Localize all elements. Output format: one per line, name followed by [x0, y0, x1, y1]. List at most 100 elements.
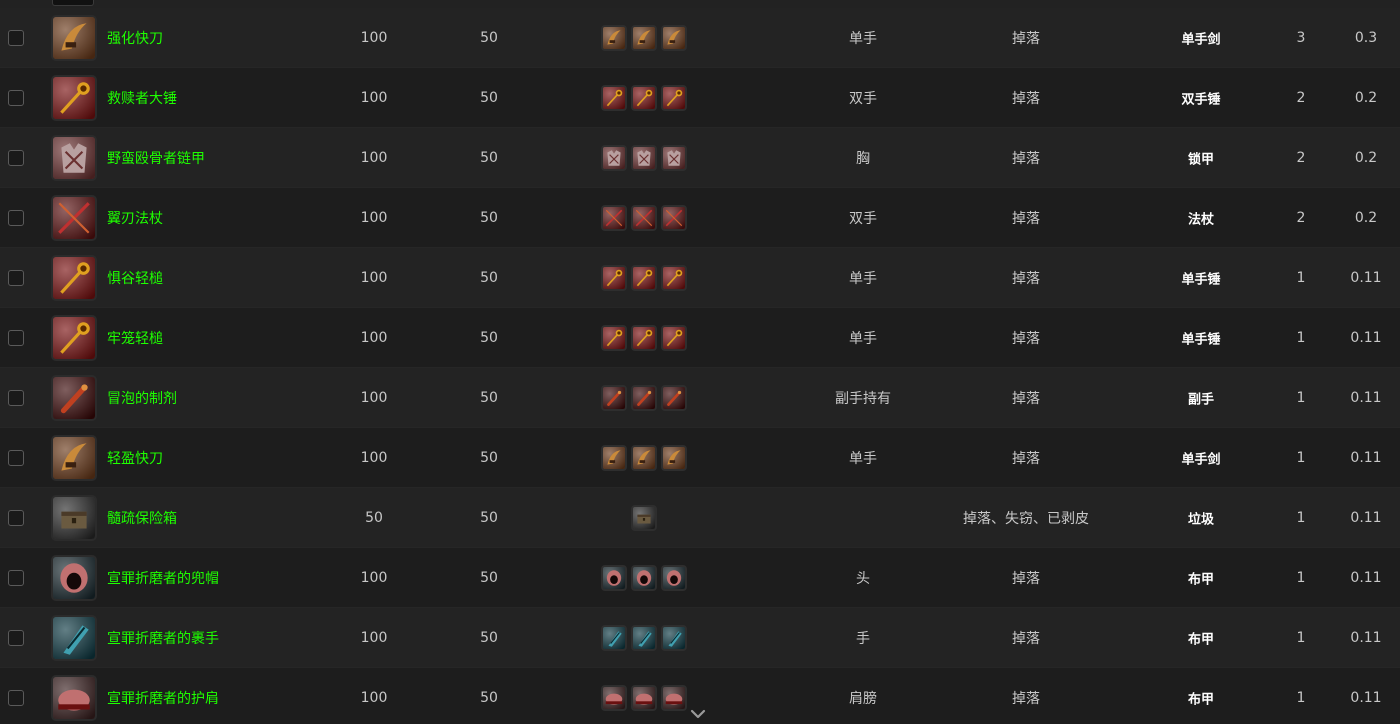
curved-blade-variant-icon[interactable]	[601, 444, 627, 471]
hood-variant-icon[interactable]	[631, 564, 657, 591]
row-checkbox[interactable]	[8, 269, 24, 286]
curved-blade-variant-icon[interactable]	[661, 24, 687, 51]
curved-blade-variant-icon[interactable]	[661, 444, 687, 471]
item-name-link[interactable]: 宣罪折磨者的兜帽	[107, 568, 219, 588]
table-row[interactable]: 轻盈快刀 100 50 单手 掉落 单手剑 1 0.11	[0, 428, 1400, 488]
mace-icon[interactable]	[51, 314, 97, 361]
table-row[interactable]: 翼刃法杖 100 50 双手 掉落 法杖 2 0.2	[0, 188, 1400, 248]
mace-variant-icon[interactable]	[601, 84, 627, 111]
chest-armor-icon[interactable]	[51, 134, 97, 181]
item-name-link[interactable]: 救赎者大锤	[107, 88, 177, 108]
curved-blade-icon[interactable]	[51, 14, 97, 61]
staff-icon[interactable]	[51, 194, 97, 241]
mace-variant-icon[interactable]	[661, 324, 687, 351]
staff-variant-icon[interactable]	[661, 204, 687, 231]
item-slot: 胸	[856, 150, 870, 167]
row-checkbox[interactable]	[8, 209, 24, 226]
gloves-variant-icon[interactable]	[601, 624, 627, 651]
table-row[interactable]: 强化快刀 100 50 单手 掉落 单手剑 3 0.3	[0, 8, 1400, 68]
shoulder-icon[interactable]	[51, 674, 97, 721]
chest-armor-variant-icon[interactable]	[601, 144, 627, 171]
item-name-link[interactable]: 牢笼轻槌	[107, 328, 163, 348]
item-name-link[interactable]: 髓疏保险箱	[107, 508, 177, 528]
chest-armor-variant-icon[interactable]	[631, 144, 657, 171]
item-name-link[interactable]: 野蛮殴骨者链甲	[107, 148, 205, 168]
item-name-link[interactable]: 宣罪折磨者的护肩	[107, 688, 219, 708]
table-row[interactable]: 野蛮殴骨者链甲 100 50 胸 掉落 锁甲 2 0.2	[0, 128, 1400, 188]
lockbox-icon[interactable]	[51, 494, 97, 541]
table-row[interactable]: 宣罪折磨者的兜帽 100 50 头 掉落 布甲 1 0.11	[0, 548, 1400, 608]
item-source: 掉落	[1012, 330, 1040, 347]
table-row[interactable]: 牢笼轻槌 100 50 单手 掉落 单手锤 1 0.11	[0, 308, 1400, 368]
row-checkbox[interactable]	[8, 509, 24, 526]
curved-blade-variant-icon[interactable]	[601, 24, 627, 51]
row-checkbox[interactable]	[8, 29, 24, 46]
vial-variant-icon[interactable]	[631, 384, 657, 411]
mace-variant-icon[interactable]	[631, 84, 657, 111]
row-checkbox[interactable]	[8, 689, 24, 706]
row-checkbox[interactable]	[8, 389, 24, 406]
staff-variant-icon[interactable]	[601, 204, 627, 231]
item-type: 布甲	[1187, 572, 1215, 587]
chest-armor-variant-icon[interactable]	[661, 144, 687, 171]
staff-variant-icon[interactable]	[631, 204, 657, 231]
table-row[interactable]: 救赎者大锤 100 50 双手 掉落 双手锤 2 0.2	[0, 68, 1400, 128]
appearance-variants	[601, 204, 687, 231]
mace-variant-icon[interactable]	[601, 324, 627, 351]
table-row[interactable]: 惧谷轻槌 100 50 单手 掉落 单手锤 1 0.11	[0, 248, 1400, 308]
item-type: 单手锤	[1181, 272, 1221, 287]
vial-variant-icon[interactable]	[661, 384, 687, 411]
item-icon-partial	[52, 0, 94, 6]
row-checkbox[interactable]	[8, 329, 24, 346]
lockbox-variant-icon[interactable]	[631, 504, 657, 531]
drop-count: 1	[1296, 689, 1306, 706]
curved-blade-variant-icon[interactable]	[631, 24, 657, 51]
required-level: 50	[480, 29, 498, 46]
item-name-link[interactable]: 宣罪折磨者的裹手	[107, 628, 219, 648]
hood-variant-icon[interactable]	[661, 564, 687, 591]
drop-percent: 0.11	[1350, 269, 1382, 286]
gloves-variant-icon[interactable]	[661, 624, 687, 651]
row-checkbox[interactable]	[8, 149, 24, 166]
chevron-down-icon[interactable]	[688, 706, 708, 720]
mace-icon[interactable]	[51, 254, 97, 301]
required-level: 50	[480, 689, 498, 706]
table-row[interactable]: 冒泡的制剂 100 50 副手持有 掉落 副手 1 0.11	[0, 368, 1400, 428]
item-level: 100	[360, 209, 388, 226]
item-name-link[interactable]: 惧谷轻槌	[107, 268, 163, 288]
item-name-link[interactable]: 冒泡的制剂	[107, 388, 177, 408]
item-name-link[interactable]: 强化快刀	[107, 28, 163, 48]
shoulder-variant-icon[interactable]	[661, 684, 687, 711]
curved-blade-icon[interactable]	[51, 434, 97, 481]
vial-icon[interactable]	[51, 374, 97, 421]
shoulder-variant-icon[interactable]	[601, 684, 627, 711]
row-checkbox[interactable]	[8, 569, 24, 586]
row-checkbox[interactable]	[8, 449, 24, 466]
drop-percent: 0.11	[1350, 509, 1382, 526]
mace-variant-icon[interactable]	[631, 264, 657, 291]
item-name-link[interactable]: 轻盈快刀	[107, 448, 163, 468]
item-slot: 单手	[849, 30, 877, 47]
item-slot: 单手	[849, 330, 877, 347]
mace-variant-icon[interactable]	[601, 264, 627, 291]
gloves-icon[interactable]	[51, 614, 97, 661]
mace-variant-icon[interactable]	[631, 324, 657, 351]
row-checkbox[interactable]	[8, 89, 24, 106]
table-row[interactable]: 宣罪折磨者的裹手 100 50 手 掉落 布甲 1 0.11	[0, 608, 1400, 668]
curved-blade-variant-icon[interactable]	[631, 444, 657, 471]
gloves-variant-icon[interactable]	[631, 624, 657, 651]
appearance-variants	[601, 624, 687, 651]
table-row[interactable]: 髓疏保险箱 50 50 掉落、失窃、已剥皮 垃圾 1 0.11	[0, 488, 1400, 548]
vial-variant-icon[interactable]	[601, 384, 627, 411]
mace-variant-icon[interactable]	[661, 264, 687, 291]
mace-icon[interactable]	[51, 74, 97, 121]
hood-variant-icon[interactable]	[601, 564, 627, 591]
row-checkbox[interactable]	[8, 629, 24, 646]
drop-count: 1	[1296, 269, 1306, 286]
shoulder-variant-icon[interactable]	[631, 684, 657, 711]
mace-variant-icon[interactable]	[661, 84, 687, 111]
hood-icon[interactable]	[51, 554, 97, 601]
item-name-link[interactable]: 翼刃法杖	[107, 208, 163, 228]
required-level: 50	[480, 509, 498, 526]
item-source: 掉落	[1012, 570, 1040, 587]
